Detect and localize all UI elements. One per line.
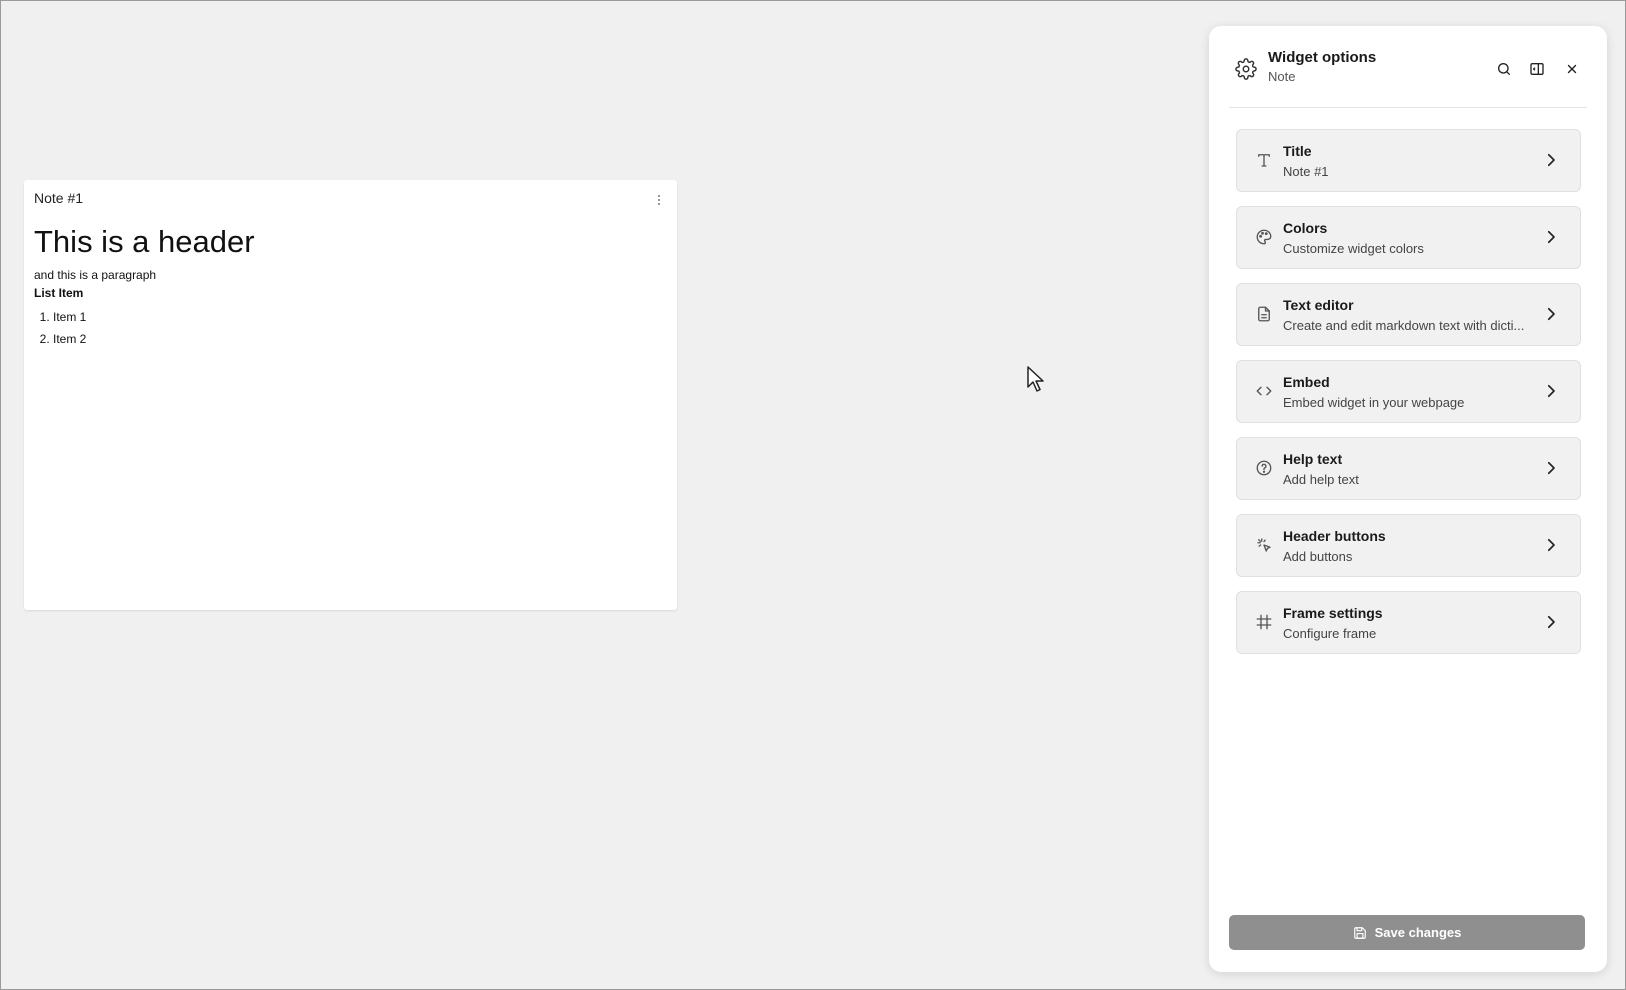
option-description: Customize widget colors: [1283, 241, 1424, 256]
option-label: Text editor: [1283, 297, 1354, 313]
note-header: This is a header: [34, 224, 255, 259]
note-content: This is a header and this is a paragraph…: [34, 224, 667, 354]
chevron-right-icon: [1542, 459, 1560, 477]
dashboard-canvas: Note #1 This is a header and this is a p…: [0, 0, 1626, 990]
option-label: Title: [1283, 143, 1312, 159]
code-icon: [1254, 381, 1274, 401]
chevron-right-icon: [1542, 382, 1560, 400]
text-icon: [1254, 150, 1274, 170]
option-description: Note #1: [1283, 164, 1329, 179]
option-description: Embed widget in your webpage: [1283, 395, 1465, 410]
mouse-cursor-icon: [1026, 365, 1046, 393]
option-help-text[interactable]: Help text Add help text: [1236, 437, 1581, 500]
note-list-heading: List Item: [34, 285, 84, 300]
option-label: Header buttons: [1283, 528, 1386, 544]
panel-header: Widget options Note: [1229, 46, 1587, 108]
option-embed[interactable]: Embed Embed widget in your webpage: [1236, 360, 1581, 423]
note-list: Item 1 Item 2: [34, 310, 667, 346]
save-button-label: Save changes: [1374, 925, 1462, 940]
frame-icon: [1254, 612, 1274, 632]
option-label: Help text: [1283, 451, 1343, 467]
option-text-editor[interactable]: Text editor Create and edit markdown tex…: [1236, 283, 1581, 346]
option-description: Configure frame: [1283, 626, 1377, 641]
palette-icon: [1254, 227, 1274, 247]
option-colors[interactable]: Colors Customize widget colors: [1236, 206, 1581, 269]
chevron-right-icon: [1542, 305, 1560, 323]
search-icon[interactable]: [1493, 58, 1515, 80]
more-options-icon[interactable]: [653, 192, 665, 208]
note-widget-title: Note #1: [34, 190, 84, 206]
help-circle-icon: [1254, 458, 1274, 478]
widget-options-panel: Widget options Note Title Note #1 Colors…: [1209, 26, 1607, 972]
pointer-click-icon: [1254, 535, 1274, 555]
list-item: Item 2: [53, 332, 667, 346]
gear-icon: [1235, 58, 1257, 80]
chevron-right-icon: [1542, 613, 1560, 631]
option-title[interactable]: Title Note #1: [1236, 129, 1581, 192]
option-frame-settings[interactable]: Frame settings Configure frame: [1236, 591, 1581, 654]
option-label: Embed: [1283, 374, 1330, 390]
option-description: Add buttons: [1283, 549, 1353, 564]
option-description: Create and edit markdown text with dicti…: [1283, 318, 1525, 333]
save-icon: [1353, 926, 1367, 940]
note-widget: Note #1 This is a header and this is a p…: [24, 180, 677, 610]
list-item: Item 1: [53, 310, 667, 324]
chevron-right-icon: [1542, 151, 1560, 169]
close-icon[interactable]: [1561, 58, 1583, 80]
document-icon: [1254, 304, 1274, 324]
option-label: Frame settings: [1283, 605, 1383, 621]
chevron-right-icon: [1542, 228, 1560, 246]
options-list: Title Note #1 Colors Customize widget co…: [1236, 129, 1581, 668]
save-changes-button[interactable]: Save changes: [1229, 915, 1585, 950]
option-header-buttons[interactable]: Header buttons Add buttons: [1236, 514, 1581, 577]
note-paragraph: and this is a paragraph: [34, 267, 157, 282]
option-description: Add help text: [1283, 472, 1359, 487]
panel-title: Widget options: [1268, 49, 1377, 66]
option-label: Colors: [1283, 220, 1328, 236]
dock-panel-icon[interactable]: [1526, 58, 1548, 80]
chevron-right-icon: [1542, 536, 1560, 554]
panel-subtitle: Note: [1268, 69, 1296, 84]
